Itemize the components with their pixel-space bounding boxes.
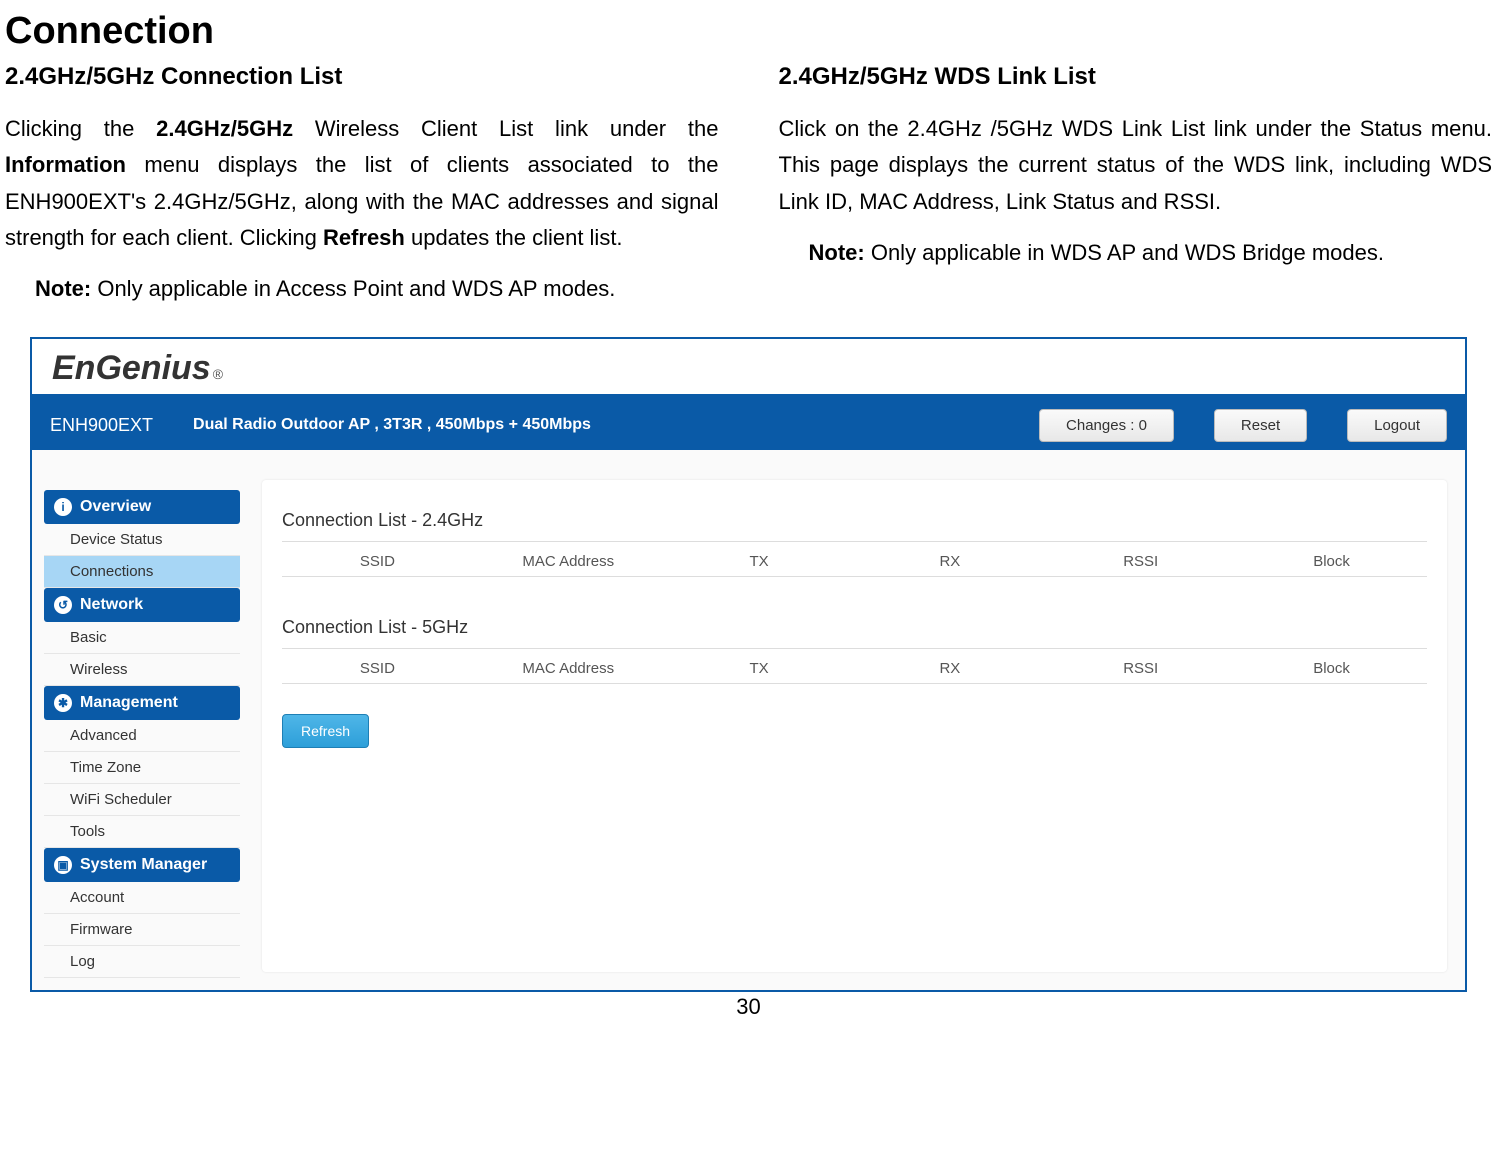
text: Wireless Client List link under the: [293, 116, 718, 141]
col-mac: MAC Address: [473, 660, 664, 677]
wrench-icon: ↺: [54, 596, 72, 614]
col-rssi: RSSI: [1045, 553, 1236, 570]
connection-list-24-title: Connection List - 2.4GHz: [282, 510, 1427, 542]
right-note: Note: Only applicable in WDS AP and WDS …: [809, 235, 1493, 271]
note-body: Only applicable in WDS AP and WDS Bridge…: [865, 240, 1384, 265]
text-bold: 2.4GHz/5GHz: [156, 116, 293, 141]
logo-bar: EnGenius®: [32, 339, 1465, 400]
col-block: Block: [1236, 660, 1427, 677]
gear-icon: ✱: [54, 694, 72, 712]
content-pane: Connection List - 2.4GHz SSID MAC Addres…: [262, 480, 1447, 972]
connection-list-5-title: Connection List - 5GHz: [282, 617, 1427, 649]
changes-button[interactable]: Changes : 0: [1039, 409, 1174, 442]
sidebar-item-advanced[interactable]: Advanced: [44, 720, 240, 752]
col-tx: TX: [664, 553, 855, 570]
col-ssid: SSID: [282, 660, 473, 677]
col-rssi: RSSI: [1045, 660, 1236, 677]
sidebar-item-wireless[interactable]: Wireless: [44, 654, 240, 686]
nav-header-network[interactable]: ↺ Network: [44, 588, 240, 622]
main-area: i Overview Device Status Connections ↺ N…: [32, 450, 1465, 990]
model-name: ENH900EXT: [50, 415, 153, 436]
reset-button[interactable]: Reset: [1214, 409, 1307, 442]
right-heading: 2.4GHz/5GHz WDS Link List: [779, 63, 1493, 91]
page-title: Connection: [0, 0, 1497, 63]
col-tx: TX: [664, 660, 855, 677]
nav-header-label: System Manager: [80, 856, 207, 874]
note-body: Only applicable in Access Point and WDS …: [91, 276, 615, 301]
sidebar-item-time-zone[interactable]: Time Zone: [44, 752, 240, 784]
nav-header-label: Management: [80, 694, 178, 712]
registered-icon: ®: [213, 366, 223, 382]
top-bar: ENH900EXT Dual Radio Outdoor AP , 3T3R ,…: [32, 400, 1465, 450]
connection-list-5-header: SSID MAC Address TX RX RSSI Block: [282, 654, 1427, 684]
brand-logo: EnGenius: [52, 349, 211, 388]
logout-button[interactable]: Logout: [1347, 409, 1447, 442]
text-bold: Information: [5, 152, 126, 177]
col-block: Block: [1236, 553, 1427, 570]
user-icon: ▣: [54, 856, 72, 874]
sidebar-item-firmware[interactable]: Firmware: [44, 914, 240, 946]
sidebar: i Overview Device Status Connections ↺ N…: [32, 450, 252, 990]
sidebar-item-tools[interactable]: Tools: [44, 816, 240, 848]
note-label: Note:: [809, 240, 865, 265]
page-number: 30: [0, 992, 1497, 1030]
text-columns: 2.4GHz/5GHz Connection List Clicking the…: [0, 63, 1497, 327]
col-ssid: SSID: [282, 553, 473, 570]
nav-header-overview[interactable]: i Overview: [44, 490, 240, 524]
model-description: Dual Radio Outdoor AP , 3T3R , 450Mbps +…: [193, 416, 999, 434]
col-rx: RX: [854, 660, 1045, 677]
left-heading: 2.4GHz/5GHz Connection List: [5, 63, 719, 91]
refresh-button[interactable]: Refresh: [282, 714, 369, 748]
right-body: Click on the 2.4GHz /5GHz WDS Link List …: [779, 111, 1493, 220]
col-rx: RX: [854, 553, 1045, 570]
text: Clicking the: [5, 116, 156, 141]
nav-header-system-manager[interactable]: ▣ System Manager: [44, 848, 240, 882]
text-bold: Refresh: [323, 225, 405, 250]
right-column: 2.4GHz/5GHz WDS Link List Click on the 2…: [779, 63, 1493, 307]
left-body: Clicking the 2.4GHz/5GHz Wireless Client…: [5, 111, 719, 256]
sidebar-item-account[interactable]: Account: [44, 882, 240, 914]
sidebar-item-wifi-scheduler[interactable]: WiFi Scheduler: [44, 784, 240, 816]
left-column: 2.4GHz/5GHz Connection List Clicking the…: [5, 63, 719, 307]
text: updates the client list.: [405, 225, 623, 250]
ui-screenshot: EnGenius® ENH900EXT Dual Radio Outdoor A…: [30, 337, 1467, 992]
nav-header-management[interactable]: ✱ Management: [44, 686, 240, 720]
sidebar-item-connections[interactable]: Connections: [44, 556, 240, 588]
connection-list-24-header: SSID MAC Address TX RX RSSI Block: [282, 547, 1427, 577]
nav-header-label: Overview: [80, 498, 151, 516]
note-label: Note:: [35, 276, 91, 301]
col-mac: MAC Address: [473, 553, 664, 570]
nav-header-label: Network: [80, 596, 143, 614]
sidebar-item-log[interactable]: Log: [44, 946, 240, 978]
sidebar-item-basic[interactable]: Basic: [44, 622, 240, 654]
sidebar-item-device-status[interactable]: Device Status: [44, 524, 240, 556]
left-note: Note: Only applicable in Access Point an…: [35, 271, 719, 307]
info-icon: i: [54, 498, 72, 516]
spacer: [282, 577, 1427, 617]
